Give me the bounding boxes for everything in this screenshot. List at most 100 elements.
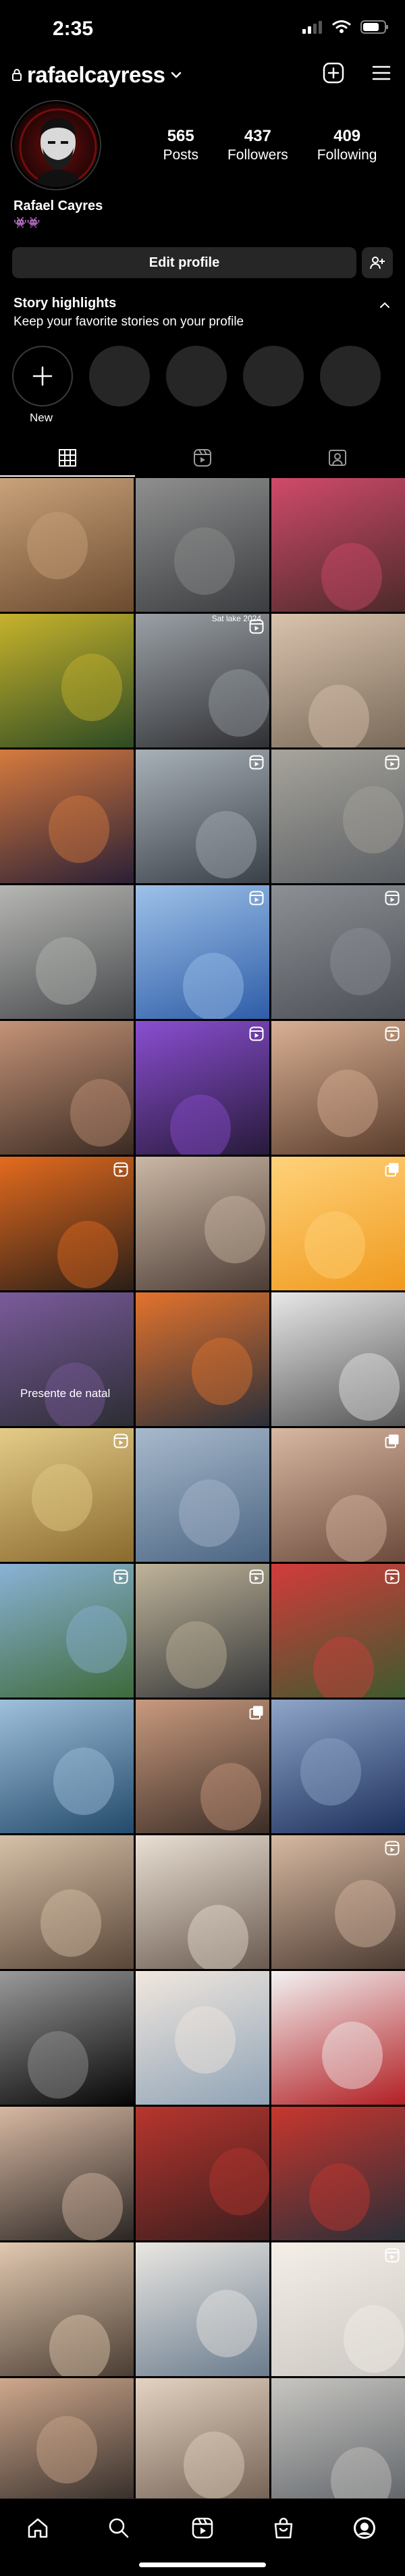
post-thumbnail[interactable] — [0, 1021, 134, 1155]
username: rafaelcayress — [27, 62, 165, 87]
post-thumbnail[interactable] — [0, 1700, 134, 1833]
reels-icon — [194, 449, 211, 467]
shopping-bag-icon — [274, 2517, 293, 2539]
new-highlight-button[interactable] — [12, 346, 73, 406]
post-thumbnail[interactable] — [0, 2242, 134, 2376]
highlights-row: New — [12, 346, 405, 427]
post-thumbnail[interactable]: Sat lake 2024 — [136, 614, 269, 747]
carousel-badge-icon — [385, 1434, 399, 1448]
discover-people-button[interactable] — [362, 247, 393, 278]
post-thumbnail[interactable] — [271, 1292, 405, 1426]
nav-search[interactable] — [99, 2511, 139, 2545]
account-switcher[interactable]: rafaelcayress — [12, 62, 182, 88]
signal-icon — [302, 21, 322, 34]
avatar[interactable] — [12, 101, 100, 189]
post-thumbnail[interactable] — [0, 478, 134, 612]
post-thumbnail[interactable] — [136, 478, 269, 612]
chevron-up-icon[interactable] — [379, 301, 390, 309]
post-image — [317, 1070, 378, 1137]
reel-badge-icon — [249, 891, 264, 905]
post-image — [40, 1889, 101, 1957]
post-thumbnail[interactable] — [136, 2242, 269, 2376]
post-thumbnail[interactable] — [271, 1428, 405, 1562]
stat-followers[interactable]: 437 Followers — [227, 127, 288, 163]
post-image — [49, 795, 109, 863]
new-highlight-label: New — [30, 411, 53, 424]
post-thumbnail[interactable] — [0, 885, 134, 1019]
post-thumbnail[interactable] — [0, 1835, 134, 1969]
post-thumbnail[interactable] — [136, 1971, 269, 2105]
full-name: Rafael Cayres — [14, 199, 103, 213]
stat-posts[interactable]: 565 Posts — [163, 127, 198, 163]
highlight-placeholder — [243, 346, 304, 406]
post-image — [57, 1221, 118, 1288]
profile-header: rafaelcayress — [0, 58, 405, 93]
nav-reels[interactable] — [182, 2511, 223, 2545]
post-thumbnail[interactable] — [271, 2107, 405, 2240]
post-image — [209, 2148, 269, 2215]
post-thumbnail[interactable] — [0, 1428, 134, 1562]
post-thumbnail[interactable] — [271, 1700, 405, 1833]
post-thumbnail[interactable]: Presente de natal — [0, 1292, 134, 1426]
nav-home[interactable] — [18, 2511, 58, 2545]
post-thumbnail[interactable] — [136, 1157, 269, 1290]
highlights-subtitle: Keep your favorite stories on your profi… — [14, 315, 244, 329]
nav-shop[interactable] — [263, 2511, 304, 2545]
post-thumbnail[interactable] — [271, 2242, 405, 2376]
post-thumbnail[interactable] — [271, 1971, 405, 2105]
post-thumbnail[interactable] — [0, 1564, 134, 1698]
stat-following[interactable]: 409 Following — [317, 127, 377, 163]
post-image — [344, 2305, 404, 2373]
post-image — [326, 1495, 387, 1562]
post-thumbnail[interactable] — [136, 885, 269, 1019]
post-thumbnail[interactable] — [271, 885, 405, 1019]
post-thumbnail[interactable] — [0, 1971, 134, 2105]
post-thumbnail[interactable] — [136, 2107, 269, 2240]
post-image — [188, 1905, 248, 1969]
post-thumbnail[interactable] — [271, 1564, 405, 1698]
post-thumbnail[interactable] — [0, 614, 134, 747]
post-thumbnail[interactable] — [136, 1021, 269, 1155]
post-thumbnail[interactable] — [136, 750, 269, 883]
post-thumbnail[interactable] — [136, 1564, 269, 1698]
post-thumbnail[interactable] — [136, 1428, 269, 1562]
highlight-placeholder — [320, 346, 381, 406]
post-thumbnail[interactable] — [136, 1835, 269, 1969]
post-thumbnail[interactable] — [0, 2107, 134, 2240]
reel-badge-icon — [113, 1162, 128, 1177]
tab-posts[interactable] — [0, 439, 135, 477]
post-image — [308, 685, 369, 747]
post-thumbnail[interactable] — [136, 1700, 269, 1833]
reel-badge-icon — [249, 1026, 264, 1041]
post-image — [32, 1464, 92, 1531]
post-thumbnail[interactable] — [271, 614, 405, 747]
highlight-placeholder — [89, 346, 150, 406]
tab-reels[interactable] — [135, 439, 270, 477]
menu-icon[interactable] — [371, 62, 392, 84]
post-image — [62, 2173, 123, 2240]
post-thumbnail[interactable] — [0, 1157, 134, 1290]
post-image — [196, 811, 256, 878]
post-thumbnail[interactable] — [136, 1292, 269, 1426]
nav-profile[interactable] — [344, 2511, 385, 2545]
post-thumbnail[interactable] — [271, 750, 405, 883]
post-image — [205, 1196, 265, 1263]
edit-profile-button[interactable]: Edit profile — [12, 247, 356, 278]
bio: 👾👾 — [14, 217, 40, 229]
post-thumbnail[interactable] — [0, 750, 134, 883]
post-thumbnail[interactable] — [271, 1835, 405, 1969]
reel-badge-icon — [113, 1434, 128, 1448]
post-thumbnail[interactable] — [271, 1021, 405, 1155]
post-thumbnail[interactable] — [136, 2378, 269, 2512]
highlights-title: Story highlights — [14, 296, 117, 311]
post-thumbnail[interactable] — [271, 2378, 405, 2512]
create-post-icon[interactable] — [323, 62, 344, 84]
tab-tagged[interactable] — [270, 439, 405, 477]
post-overlay-text: Sat lake 2024 — [211, 614, 261, 623]
post-thumbnail[interactable] — [271, 1157, 405, 1290]
post-thumbnail[interactable] — [0, 2378, 134, 2512]
post-thumbnail[interactable] — [271, 478, 405, 612]
avatar-image — [14, 103, 98, 187]
profile-tabs — [0, 439, 405, 477]
post-image — [304, 1211, 365, 1279]
